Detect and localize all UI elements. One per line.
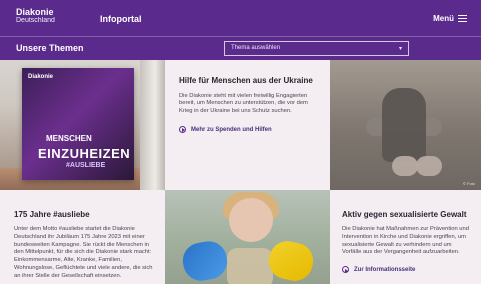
theme-select[interactable]: Thema auswählen ▾ (224, 41, 409, 56)
image-credit: © Foto (462, 181, 475, 186)
gewalt-title: Aktiv gegen sexualisierte Gewalt (342, 210, 467, 219)
knees-bg (382, 88, 426, 162)
gewalt-link[interactable]: Zur Informationsseite (342, 266, 472, 274)
ukraine-image-tile[interactable]: © Foto (330, 60, 481, 190)
pillar-bg (140, 60, 165, 190)
theme-select-placeholder: Thema auswählen (231, 45, 281, 51)
gewalt-link-label: Zur Informationsseite (354, 266, 416, 273)
campaign-image-tile[interactable]: Diakonie MENSCHEN EINZUHEIZEN #AUSLIEBE (0, 60, 165, 190)
infoportal-label: Infoportal (100, 14, 142, 24)
campaign-poster: Diakonie MENSCHEN EINZUHEIZEN #AUSLIEBE (22, 68, 134, 180)
themes-label: Unsere Themen (16, 43, 84, 53)
foot-right-bg (416, 156, 442, 176)
yellow-hand-bg (265, 237, 317, 284)
menu-button[interactable]: Menü (433, 14, 467, 23)
jubilaeum-tile: 175 Jahre #ausliebe Unter dem Motto #aus… (0, 190, 165, 284)
menu-label: Menü (433, 14, 454, 23)
poster-text-1: MENSCHEN (46, 134, 92, 143)
jubilaeum-content: 175 Jahre #ausliebe Unter dem Motto #aus… (14, 210, 154, 281)
diakonie-logo[interactable]: Diakonie Deutschland (16, 7, 55, 25)
jubilaeum-text: Unter dem Motto #ausliebe startet die Di… (14, 226, 153, 279)
poster-hashtag: #AUSLIEBE (66, 162, 106, 169)
jubilaeum-title: 175 Jahre #ausliebe (14, 210, 90, 219)
themes-bar: Unsere Themen Thema auswählen ▾ (0, 36, 481, 61)
chevron-down-icon: ▾ (398, 46, 402, 52)
ukraine-title: Hilfe für Menschen aus der Ukraine (179, 76, 313, 85)
face-bg (229, 198, 273, 242)
ukraine-link[interactable]: Mehr zu Spenden und Hilfen (179, 126, 319, 134)
top-header: Diakonie Deutschland Infoportal Menü (0, 0, 481, 36)
ukraine-text: Die Diakonie steht mit vielen freiwillig… (179, 92, 308, 115)
hamburger-icon (458, 15, 467, 22)
gewalt-text: Die Diakonie hat Maßnahmen zur Präventio… (342, 226, 469, 256)
arrow-circle-icon (342, 266, 349, 274)
arrow-circle-icon (179, 126, 186, 134)
shirt-bg (227, 248, 273, 284)
ukraine-link-label: Mehr zu Spenden und Hilfen (191, 126, 272, 133)
child-image-tile[interactable] (165, 190, 330, 284)
gewalt-tile: Aktiv gegen sexualisierte Gewalt Die Dia… (330, 190, 481, 284)
poster-brand: Diakonie (28, 74, 54, 80)
logo-line-2: Deutschland (16, 17, 55, 24)
ukraine-content: Hilfe für Menschen aus der Ukraine Die D… (179, 76, 319, 134)
blue-hand-bg (180, 238, 230, 284)
logo-line-1: Diakonie (16, 7, 54, 17)
ukraine-tile: Hilfe für Menschen aus der Ukraine Die D… (165, 60, 330, 190)
gewalt-content: Aktiv gegen sexualisierte Gewalt Die Dia… (342, 210, 472, 274)
poster-text-2: EINZUHEIZEN (38, 146, 131, 161)
foot-left-bg (392, 156, 418, 176)
